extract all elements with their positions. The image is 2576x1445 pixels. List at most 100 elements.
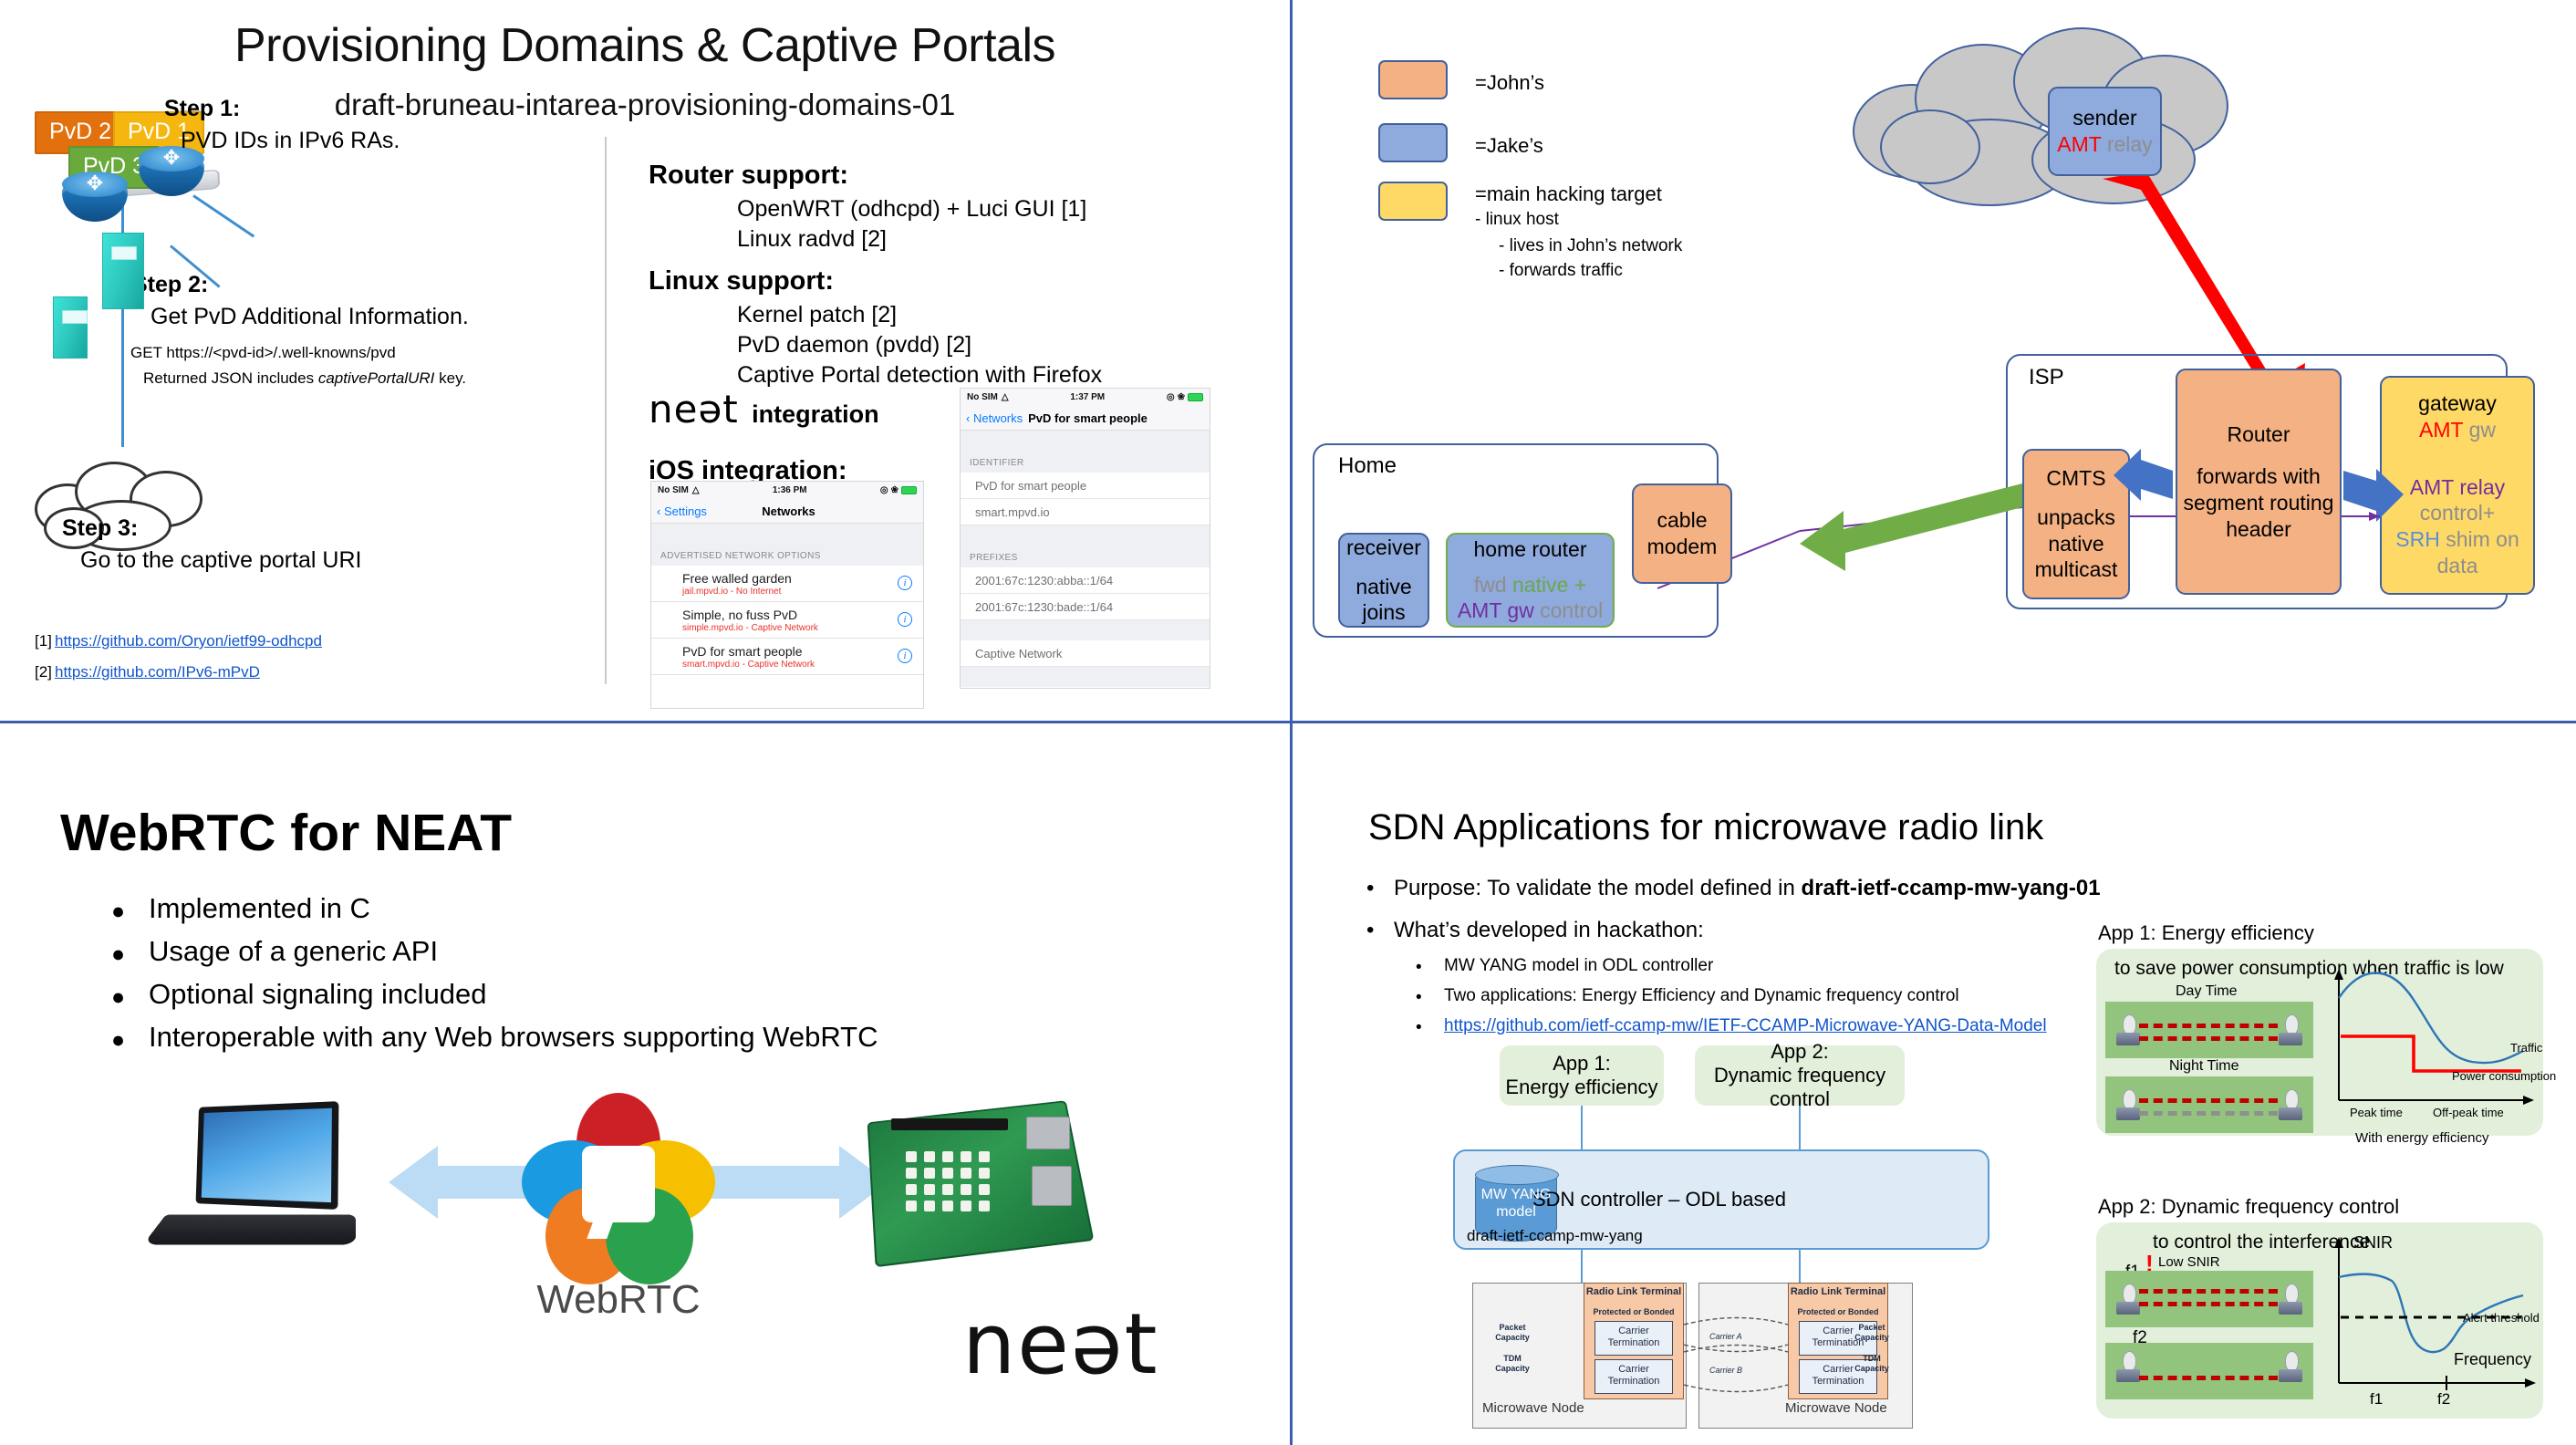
- network-name: Simple, no fuss PvD: [682, 608, 914, 622]
- network-name: PvD for smart people: [682, 644, 914, 659]
- ios-spacer: [961, 525, 1210, 546]
- power-consumption-label: Power consumption: [2452, 1069, 2556, 1083]
- ios-carrier: No SIM: [658, 485, 689, 495]
- antenna-icon: [2116, 1351, 2140, 1382]
- app2-panel-heading: App 2: Dynamic frequency control: [2098, 1195, 2399, 1219]
- location-icon: ◎: [1167, 392, 1175, 402]
- app2-box-line-1: App 2:: [1695, 1040, 1905, 1064]
- info-icon[interactable]: i: [898, 576, 912, 590]
- sdn-bullet-1: Purpose: To validate the model defined i…: [1394, 876, 2101, 901]
- ios-section-prefixes: PREFIXES: [961, 546, 1210, 567]
- captive-portal-uri-key: captivePortalURI: [318, 369, 435, 387]
- identifier-row: smart.mpvd.io: [961, 499, 1210, 525]
- night-time-label: Night Time: [2169, 1058, 2238, 1075]
- app2-box: App 2: Dynamic frequency control: [1695, 1045, 1905, 1106]
- carrier-termination: Carrier Termination: [1594, 1321, 1673, 1356]
- router-support-item-2: Linux radvd [2]: [737, 226, 887, 253]
- node-router: Router forwards with segment routing hea…: [2176, 369, 2342, 595]
- node-sender: sender AMT relay: [2048, 87, 2162, 176]
- receiver-title: receiver: [1346, 535, 1421, 561]
- webrtc-bullet-2: Usage of a generic API: [149, 935, 438, 968]
- connector-app2: [1799, 1106, 1801, 1149]
- router-title: Router: [2227, 421, 2290, 448]
- receiver-line-2: native: [1356, 574, 1411, 600]
- connector-node-right: [1799, 1250, 1801, 1283]
- ios-spacer: [961, 431, 1210, 451]
- home-router-fwd-line: fwd native +: [1474, 572, 1586, 598]
- neat-integration-heading: neət integration: [649, 387, 879, 431]
- protected-bonded-right: Protected or Bonded: [1788, 1307, 1888, 1317]
- reference-1-number: [1]: [35, 632, 52, 650]
- webrtc-logo-label: WebRTC: [511, 1277, 726, 1323]
- ios-section-identifier: IDENTIFIER: [961, 451, 1210, 473]
- gateway-title: gateway: [2418, 390, 2497, 417]
- webrtc-bullet-4: Interoperable with any Web browsers supp…: [149, 1021, 878, 1054]
- column-divider: [605, 137, 607, 684]
- bullet-marker: •: [1366, 918, 1374, 943]
- day-link-line-2: [2139, 1036, 2278, 1041]
- legend-sub-3: - forwards traffic: [1499, 261, 1623, 281]
- gateway-relay-label: AMT relay: [2410, 474, 2505, 501]
- router-support-heading: Router support:: [649, 161, 848, 191]
- step-3-text: Go to the captive portal URI: [80, 547, 361, 574]
- app1-box-line-1: App 1:: [1500, 1052, 1664, 1076]
- f1-tick-label: f1: [2370, 1390, 2383, 1409]
- wifi-icon: △: [1002, 392, 1009, 402]
- day-link-line-1: [2139, 1024, 2278, 1028]
- step-1-label: Step 1:: [164, 96, 240, 122]
- ios-time: 1:36 PM: [700, 485, 880, 495]
- laptop-illustration: [155, 1104, 356, 1268]
- gateway-control-label: control+: [2420, 500, 2495, 526]
- reference-1-link[interactable]: https://github.com/Oryon/ietf99-odhcpd: [55, 632, 322, 650]
- sdn-bullet-2: What’s developed in hackathon:: [1394, 918, 1704, 943]
- step-3-label: Step 3:: [62, 515, 138, 542]
- legend-sub-2: - lives in John’s network: [1499, 236, 1682, 256]
- neat-integration-label: integration: [752, 400, 879, 428]
- home-router-control-label: control: [1534, 598, 1603, 622]
- protected-bonded-left: Protected or Bonded: [1584, 1307, 1684, 1317]
- router-icon-2: [62, 176, 128, 222]
- phone-screenshot-networks: No SIM △ 1:36 PM ◎ ❀ ‹ Settings Networks…: [650, 481, 924, 709]
- list-item[interactable]: PvD for smart people smart.mpvd.io - Cap…: [651, 639, 923, 675]
- home-router-native-label: native +: [1512, 573, 1586, 597]
- step-2-text: Get PvD Additional Information.: [151, 304, 469, 330]
- f1-link-line-2: [2139, 1302, 2278, 1306]
- carrier-termination: Carrier Termination: [1594, 1359, 1673, 1394]
- legend-swatch-johns: [1378, 60, 1448, 99]
- sender-relay-label: relay: [2107, 132, 2153, 156]
- info-icon[interactable]: i: [898, 612, 912, 627]
- sdn-controller-title: SDN controller – ODL based: [1532, 1188, 1786, 1211]
- cmts-line-2: unpacks: [2037, 504, 2115, 531]
- microwave-node-label-left: Microwave Node: [1482, 1400, 1584, 1416]
- back-button-label: Settings: [664, 504, 707, 518]
- antenna-icon: [2279, 1014, 2302, 1045]
- neat-logo-text: neət: [649, 387, 739, 431]
- linux-support-item-1: Kernel patch [2]: [737, 302, 897, 328]
- legend-label-johns: =John’s: [1475, 71, 1544, 95]
- gateway-srh-label: SRH: [2395, 527, 2440, 551]
- sdn-bullet-1-prefix: Purpose: To validate the model defined i…: [1394, 876, 1802, 900]
- battery-icon: [901, 486, 917, 494]
- carrier-links: [1684, 1314, 1792, 1405]
- alert-threshold-label: Alert threshold: [2463, 1311, 2540, 1325]
- webrtc-bullet-3: Optional signaling included: [149, 978, 487, 1011]
- list-item[interactable]: Free walled garden jail.mpvd.io - No Int…: [651, 566, 923, 602]
- sdn-github-link[interactable]: https://github.com/ietf-ccamp-mw/IETF-CC…: [1444, 1016, 2047, 1036]
- list-item[interactable]: Simple, no fuss PvD simple.mpvd.io - Cap…: [651, 602, 923, 639]
- sdn-page-title: SDN Applications for microwave radio lin…: [1368, 807, 2043, 848]
- server-icon-1: [102, 233, 144, 309]
- back-button[interactable]: ‹ Settings: [657, 504, 707, 518]
- location-icon: ◎: [880, 485, 888, 495]
- cylinder-line-2: model: [1496, 1203, 1536, 1221]
- slide-deck: Provisioning Domains & Captive Portals d…: [0, 0, 2576, 1445]
- webrtc-page-title: WebRTC for NEAT: [60, 803, 512, 863]
- back-button[interactable]: ‹ Networks: [966, 411, 1023, 425]
- info-icon[interactable]: i: [898, 649, 912, 663]
- antenna-icon: [2116, 1089, 2140, 1120]
- gateway-amt-gw: AMT gw: [2419, 417, 2496, 443]
- reference-2-link[interactable]: https://github.com/IPv6-mPvD: [55, 663, 260, 681]
- bullet-marker: ●: [111, 941, 125, 968]
- prefix-row: 2001:67c:1230:abba::1/64: [961, 567, 1210, 594]
- gateway-shim-label: shim on: [2440, 527, 2519, 551]
- sdn-draft-name: draft-ietf-ccamp-mw-yang-01: [1802, 876, 2101, 900]
